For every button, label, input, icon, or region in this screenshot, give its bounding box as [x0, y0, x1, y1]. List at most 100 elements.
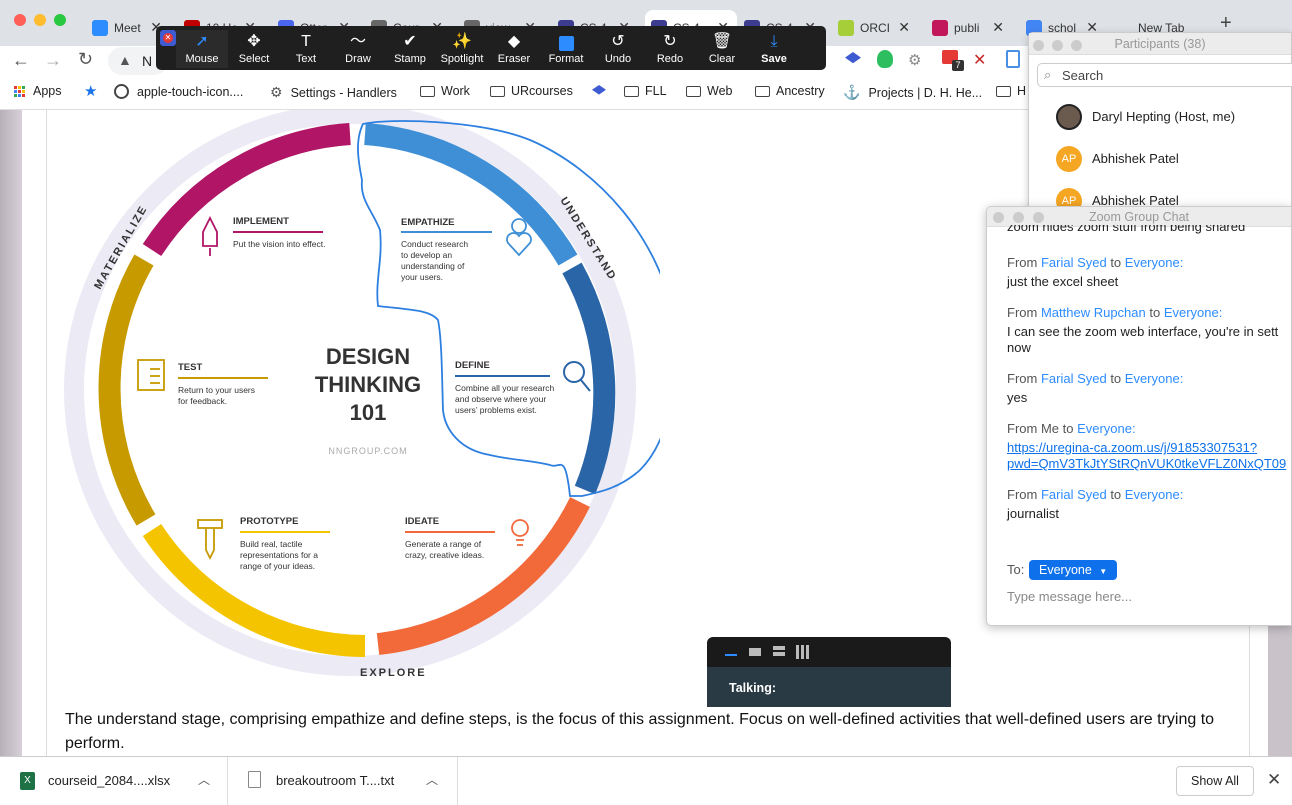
step-name-prototype: PROTOTYPE	[240, 516, 298, 527]
folder-icon	[996, 85, 1011, 97]
participant-row[interactable]: Daryl Hepting (Host, me)	[1029, 103, 1292, 133]
zoom-window-button[interactable]	[54, 14, 66, 26]
annotation-tool-format[interactable]: Format	[540, 30, 592, 68]
annotation-tool-undo[interactable]: ↺ Undo	[592, 30, 644, 68]
browser-tab[interactable]: ORCI ✕	[832, 10, 918, 46]
participant-row[interactable]: AP Abhishek Patel	[1029, 145, 1292, 175]
forward-arrow-icon[interactable]: →	[44, 50, 62, 71]
chat-message-text: journalist	[1007, 506, 1060, 521]
checkmark-icon: ✔	[403, 33, 417, 50]
lightbulb-icon	[511, 519, 529, 546]
tool-label: Spotlight	[440, 53, 484, 65]
download-item-txt[interactable]: breakoutroom T....txt ︿	[228, 757, 458, 805]
bookmark-settings-handlers[interactable]: ⚙ Settings - Handlers	[270, 84, 397, 101]
zoom-window-button[interactable]	[1071, 40, 1082, 51]
annotation-tool-mouse[interactable]: ➚ Mouse	[176, 30, 228, 68]
bookmark-web[interactable]: Web	[686, 84, 732, 98]
tool-label: Select	[238, 53, 270, 65]
star-icon[interactable]: ★	[84, 82, 97, 100]
tab-label: Meet	[114, 21, 141, 35]
tool-label: Redo	[656, 53, 684, 65]
extension-mortarboard-icon[interactable]	[845, 52, 861, 64]
tab-favicon-icon	[838, 20, 854, 36]
annotation-tool-draw[interactable]: 〜 Draw	[332, 30, 384, 68]
bookmark-work[interactable]: Work	[420, 84, 470, 98]
annotation-tool-text[interactable]: T Text	[280, 30, 332, 68]
minimize-window-button[interactable]	[1052, 40, 1063, 51]
minimize-window-button[interactable]	[1013, 212, 1024, 223]
recipient-dropdown[interactable]: Everyone ▼	[1029, 560, 1118, 580]
bookmark-apple-touch[interactable]: apple-touch-icon....	[114, 84, 243, 99]
bookmark-ancestry[interactable]: Ancestry	[755, 84, 825, 98]
target-name: Everyone:	[1077, 421, 1136, 436]
annotation-tool-redo[interactable]: ↻ Redo	[644, 30, 696, 68]
recipient-label: Everyone	[1039, 563, 1092, 577]
download-filename: breakoutroom T....txt	[276, 773, 395, 788]
chat-message-input[interactable]: Type message here...	[1007, 589, 1287, 604]
bookmark-h[interactable]: H	[996, 84, 1026, 98]
meeting-link[interactable]: pwd=QmV3TkJtYStRQnVUK0tkeVFLZ0NxQT09	[1007, 456, 1291, 472]
from-prefix: From Me	[1007, 421, 1059, 436]
sender-name[interactable]: Farial Syed	[1041, 371, 1107, 386]
implement-text-line: Put the vision into effect.	[233, 239, 325, 249]
diagram-source: NNGROUP.COM	[328, 446, 407, 456]
sender-name[interactable]: Matthew Rupchan	[1041, 305, 1146, 320]
annotation-tool-stamp[interactable]: ✔ Stamp	[384, 30, 436, 68]
annotation-tool-save[interactable]: ⤓ Save	[748, 30, 800, 68]
diagram-title-line-3: 101	[350, 400, 387, 425]
save-download-icon: ⤓	[770, 33, 778, 50]
participants-search-input[interactable]: ⌕ Search	[1037, 63, 1292, 87]
bookmark-urcourses[interactable]: URcourses	[490, 84, 573, 98]
close-shelf-icon[interactable]: ✕	[1267, 770, 1281, 790]
bookmark-fll[interactable]: FLL	[624, 84, 667, 98]
sender-name[interactable]: Farial Syed	[1041, 487, 1107, 502]
close-window-button[interactable]	[993, 212, 1004, 223]
search-placeholder: Search	[1062, 68, 1104, 83]
minimize-window-button[interactable]	[34, 14, 46, 26]
doc-extension-icon[interactable]	[1006, 50, 1020, 68]
annotation-tool-eraser[interactable]: ◆ Eraser	[488, 30, 540, 68]
close-window-button[interactable]	[1033, 40, 1044, 51]
meeting-link[interactable]: https://uregina-ca.zoom.us/j/91853307531…	[1007, 440, 1291, 456]
tool-label: Mouse	[185, 53, 219, 65]
download-item-xlsx[interactable]: X courseid_2084....xlsx ︿	[0, 757, 228, 805]
undo-icon: ↺	[611, 33, 625, 50]
reload-icon[interactable]: ↻	[78, 49, 93, 70]
bookmark-apps[interactable]: Apps	[14, 84, 62, 98]
tools-extension-icon[interactable]: ✕	[973, 50, 986, 70]
annotation-tool-spotlight[interactable]: ✨ Spotlight	[436, 30, 488, 68]
participant-name: Abhishek Patel	[1092, 151, 1179, 166]
close-tab-icon[interactable]: ✕	[992, 19, 1004, 36]
annotation-tool-select[interactable]: ✥ Select	[228, 30, 280, 68]
sender-name[interactable]: Farial Syed	[1041, 255, 1107, 270]
test-text-line: for feedback.	[178, 396, 227, 406]
define-text-line: Combine all your research	[455, 383, 554, 393]
bookmark-label: Ancestry	[776, 84, 825, 98]
gallery-view-icon[interactable]	[796, 645, 810, 659]
close-annotation-icon[interactable]: ✕	[160, 30, 176, 46]
evernote-icon[interactable]	[877, 50, 893, 68]
show-all-button[interactable]: Show All	[1176, 766, 1254, 796]
annotation-tool-clear[interactable]: 🗑 Clear	[696, 30, 748, 68]
chevron-up-icon[interactable]: ︿	[198, 771, 210, 788]
bookmark-projects[interactable]: ⚓ Projects | D. H. He...	[843, 84, 982, 101]
split-view-icon[interactable]	[773, 646, 785, 650]
folder-icon	[624, 85, 639, 97]
minimize-video-icon[interactable]	[725, 654, 737, 656]
rocket-icon	[202, 215, 218, 256]
back-arrow-icon[interactable]: ←	[12, 50, 30, 71]
chat-message: From Me to Everyone: https://uregina-ca.z…	[1007, 421, 1291, 472]
empathize-text: Conduct research to develop an understan…	[401, 239, 470, 282]
chevron-up-icon[interactable]: ︿	[426, 771, 438, 788]
to-word: to	[1059, 421, 1078, 436]
close-tab-icon[interactable]: ✕	[898, 19, 910, 36]
single-view-icon[interactable]	[749, 648, 761, 656]
zoom-window-button[interactable]	[1033, 212, 1044, 223]
browser-tab[interactable]: publi ✕	[926, 10, 1012, 46]
close-window-button[interactable]	[14, 14, 26, 26]
search-icon: ⌕	[1044, 67, 1052, 82]
mortarboard-icon[interactable]	[592, 85, 606, 95]
gear-extension-icon[interactable]: ⚙	[908, 51, 921, 69]
empathize-text-line: your users.	[401, 272, 443, 282]
tool-label: Save	[761, 53, 787, 65]
